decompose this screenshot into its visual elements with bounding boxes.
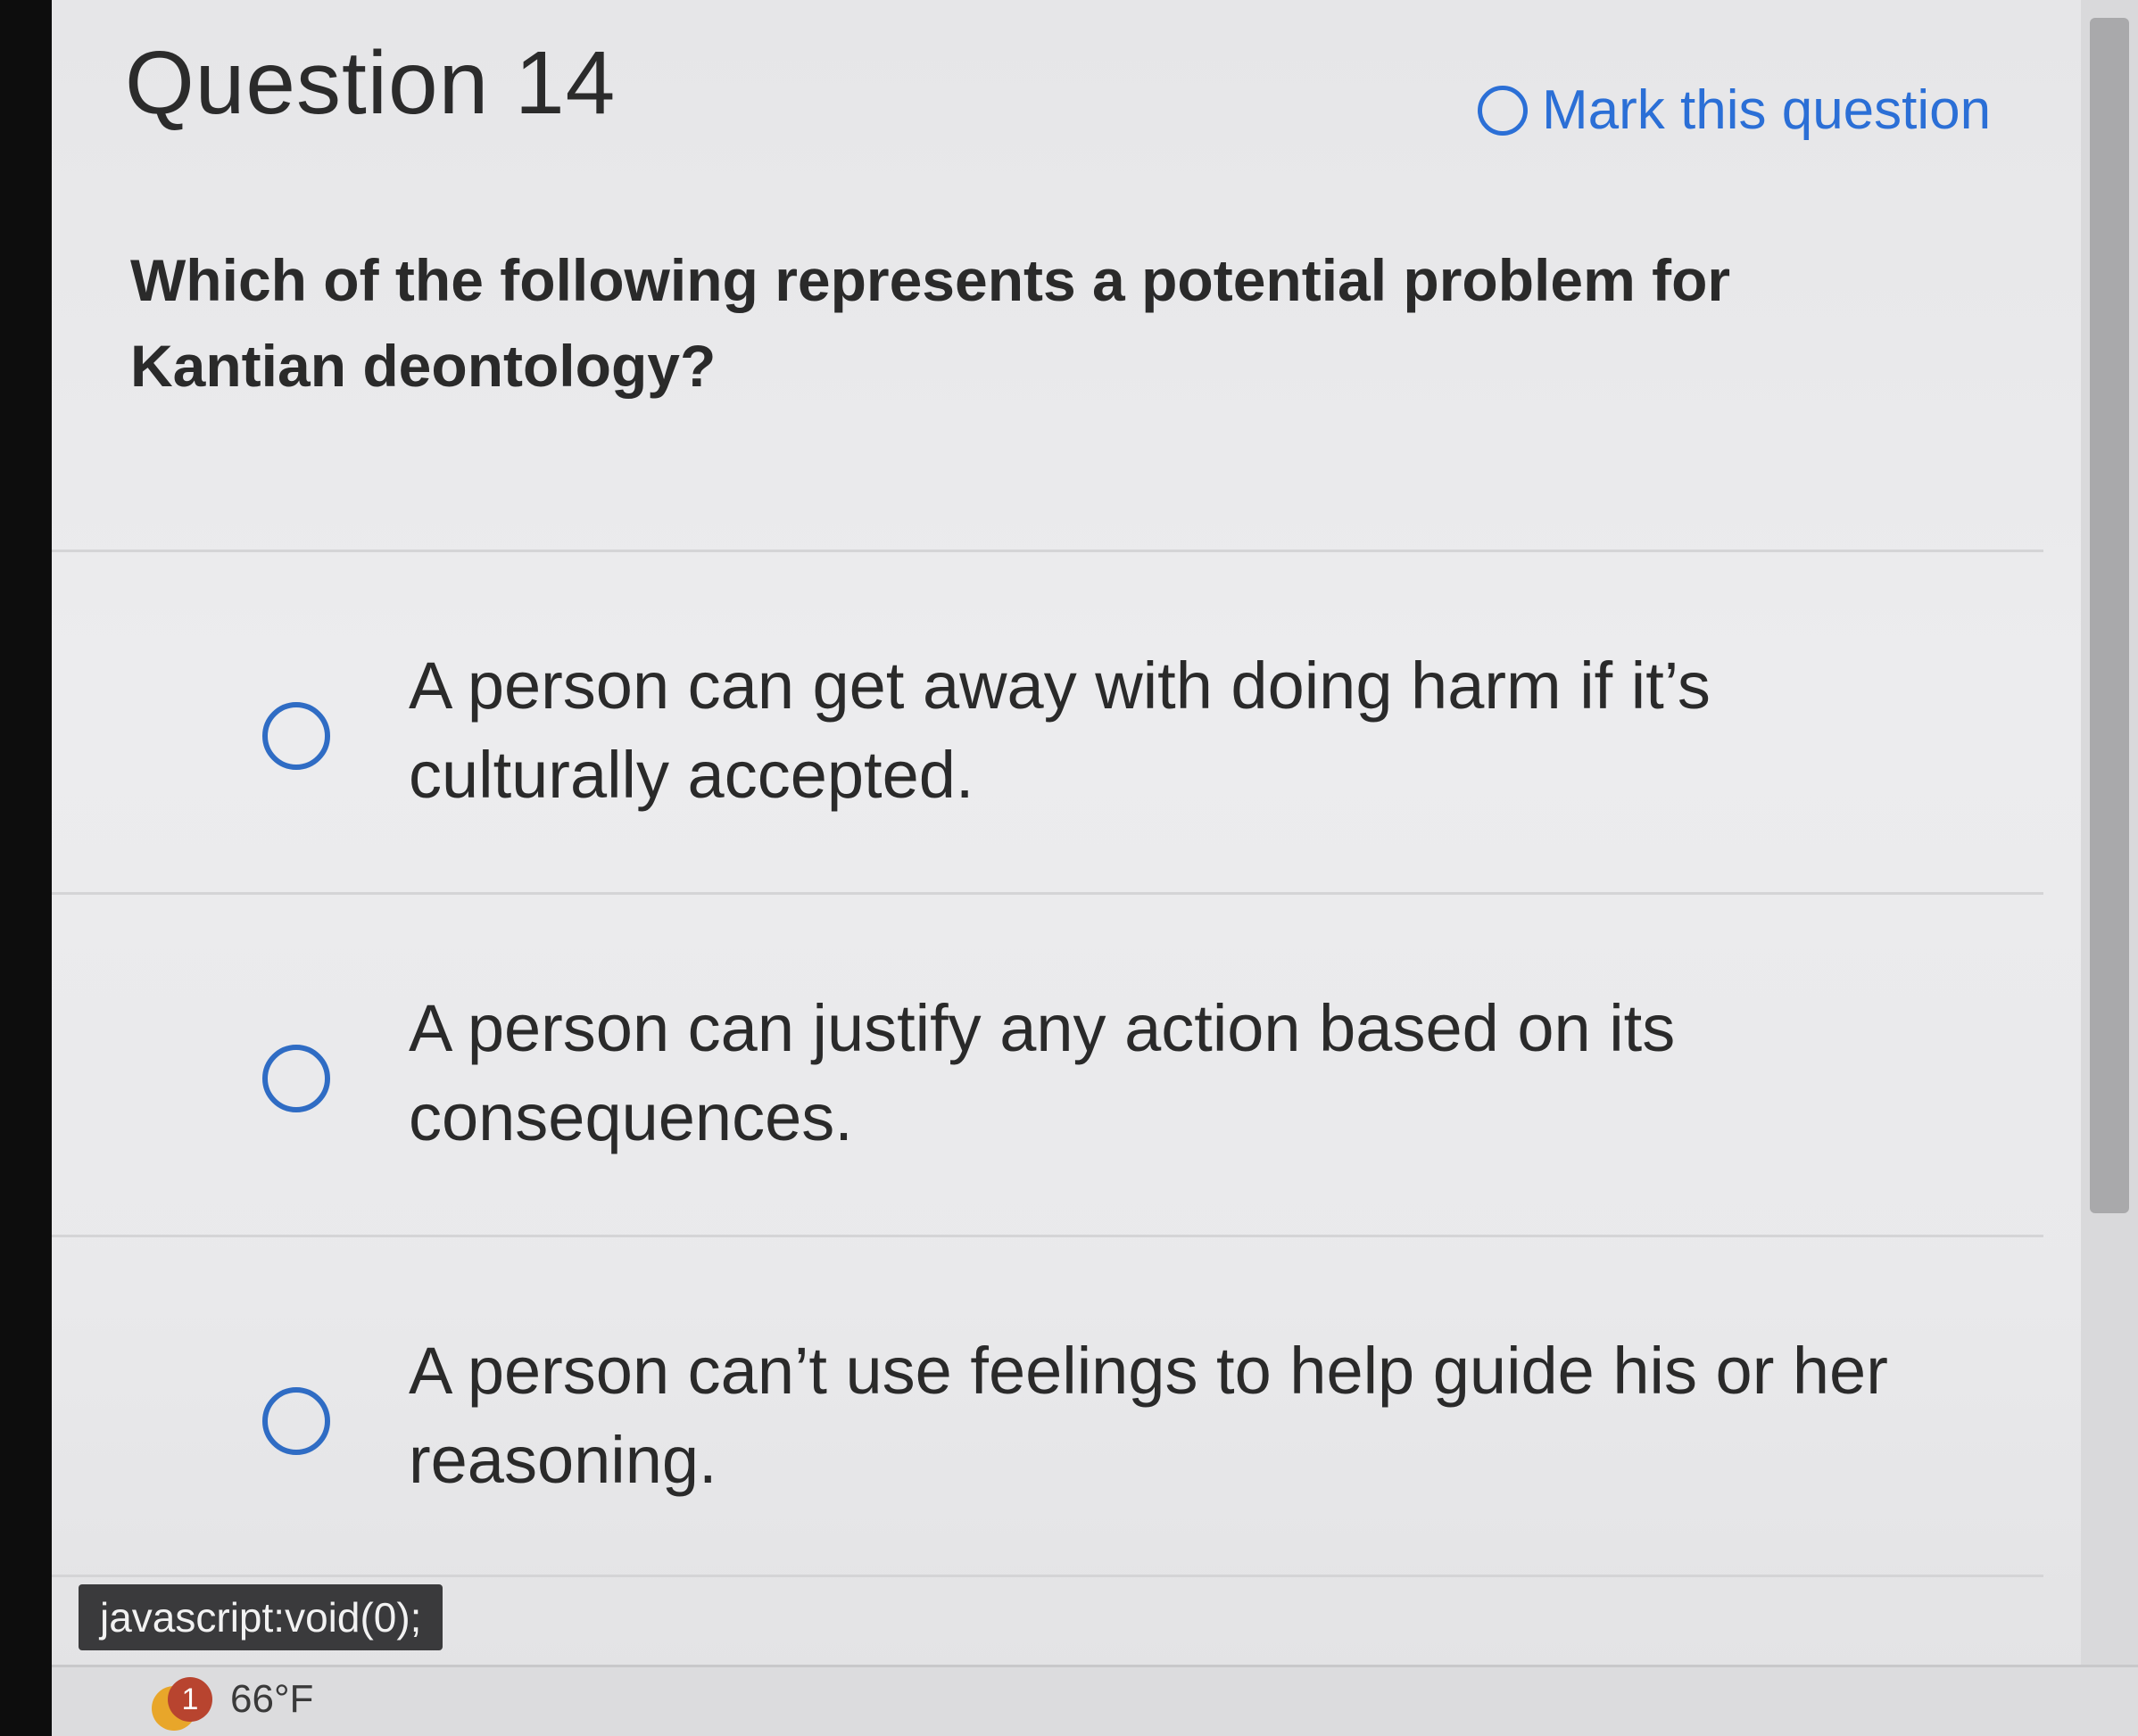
scrollbar-track[interactable] [2081, 0, 2138, 1736]
question-prompt: Which of the following represents a pote… [130, 247, 1731, 399]
answer-option-3[interactable]: A person can’t use feelings to help guid… [52, 1235, 2043, 1577]
answer-options: A person can get away with doing harm if… [52, 550, 2043, 1577]
notification-badge: 1 [168, 1677, 212, 1722]
mark-question-toggle[interactable]: Mark this question [1478, 79, 1991, 142]
answer-option-1[interactable]: A person can get away with doing harm if… [52, 550, 2043, 892]
radio-button-icon[interactable] [262, 702, 330, 770]
answer-option-2[interactable]: A person can justify any action based on… [52, 892, 2043, 1235]
question-title: Question 14 [125, 33, 617, 133]
weather-widget[interactable]: 1 66°F [168, 1677, 313, 1722]
scrollbar-thumb[interactable] [2090, 18, 2129, 1213]
taskbar [52, 1665, 2138, 1736]
answer-option-label[interactable]: A person can get away with doing harm if… [409, 641, 1943, 820]
answer-option-label[interactable]: A person can justify any action based on… [409, 984, 1943, 1162]
status-bar-url: javascript:void(0); [79, 1584, 443, 1650]
quiz-page: Question 14 Mark this question Which of … [52, 0, 2077, 1659]
radio-button-icon[interactable] [262, 1045, 330, 1112]
circle-outline-icon[interactable] [1478, 85, 1528, 136]
mark-question-label[interactable]: Mark this question [1542, 79, 1991, 142]
temperature-readout: 66°F [230, 1677, 314, 1721]
screen: Question 14 Mark this question Which of … [52, 0, 2138, 1736]
radio-button-icon[interactable] [262, 1387, 330, 1455]
answer-option-label[interactable]: A person can’t use feelings to help guid… [409, 1327, 1943, 1505]
